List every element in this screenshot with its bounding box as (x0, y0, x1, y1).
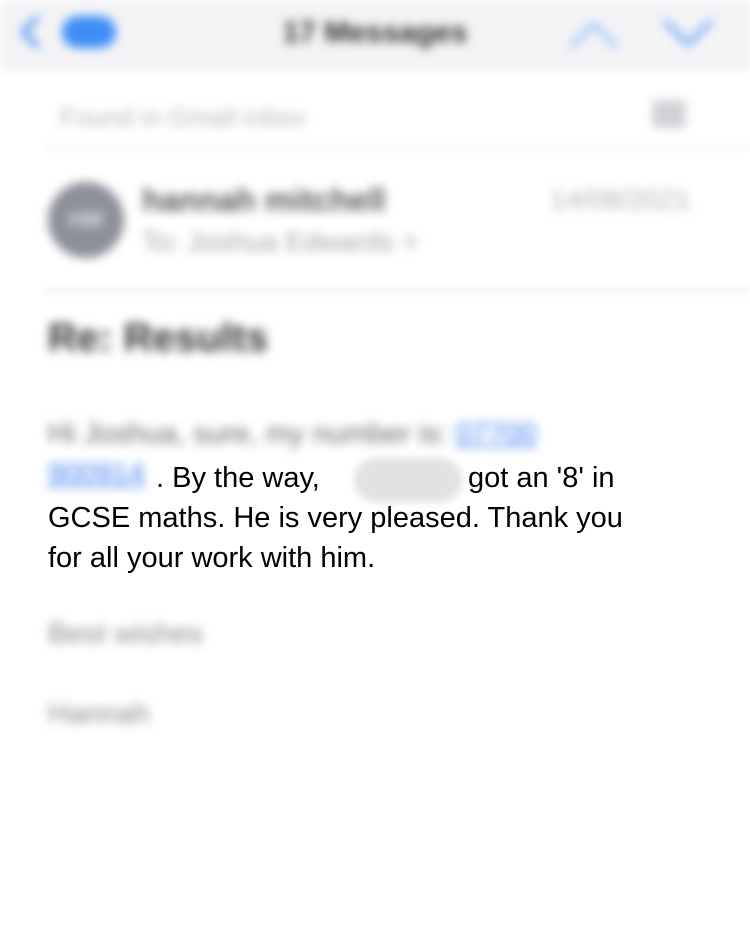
body-line-4: for all your work with him. (48, 542, 376, 574)
email-screen: 17 Messages Found in Gmail inbox HM hann… (0, 0, 750, 926)
chevron-up-icon (569, 21, 619, 49)
found-in-bar[interactable]: Found in Gmail inbox (0, 92, 750, 142)
signature: Hannah (48, 698, 150, 730)
closing-line: Best wishes (48, 618, 203, 650)
greeting-text: Hi Joshua, sure, my number is: (48, 418, 448, 450)
body-text-got-an-8: got an '8' in (468, 462, 615, 494)
chevron-down-icon (663, 19, 713, 47)
sender-name[interactable]: hannah mitchell (142, 182, 386, 219)
next-message-button[interactable] (660, 16, 716, 52)
body-line-3: GCSE maths. He is very pleased. Thank yo… (48, 502, 623, 534)
avatar[interactable]: HM (48, 182, 124, 258)
previous-message-button[interactable] (566, 16, 622, 52)
divider (44, 146, 750, 148)
message-date: 14/08/2021 (550, 184, 691, 215)
message-subject: Re: Results (48, 316, 269, 360)
divider (44, 290, 750, 292)
phone-link-continued[interactable]: 900914 (48, 458, 145, 491)
message-header: HM hannah mitchell To: Joshua Edwards > … (0, 168, 750, 278)
avatar-initials: HM (68, 207, 104, 232)
navigation-bar: 17 Messages (0, 0, 750, 72)
redacted-name (354, 458, 462, 502)
phone-link[interactable]: 07700 (456, 418, 537, 450)
body-text-by-the-way: . By the way, (156, 462, 320, 494)
found-in-label: Found in Gmail inbox (60, 102, 306, 132)
archive-icon[interactable] (652, 100, 686, 128)
recipient-line[interactable]: To: Joshua Edwards > (142, 226, 418, 258)
thread-title: 17 Messages (282, 16, 468, 49)
body-line-1: Hi Joshua, sure, my number is: 07700 (48, 418, 536, 451)
